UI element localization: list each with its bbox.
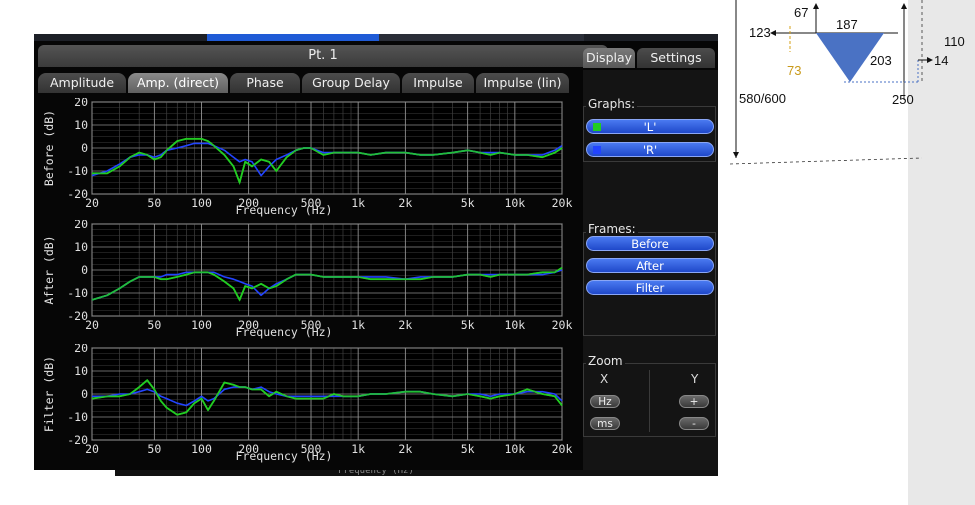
pt-title-bar[interactable]: Pt. 1 <box>38 45 608 67</box>
right-gray-margin <box>908 0 975 505</box>
tab-impulse-lin[interactable]: Impulse (lin) <box>476 73 569 93</box>
zoom-x-hz-button[interactable]: Hz <box>590 395 620 408</box>
y-tick-label: 20 <box>74 220 88 231</box>
top-strip-highlight <box>207 34 379 41</box>
x-tick-label: 100 <box>191 196 212 210</box>
ann-label-67: 67 <box>794 5 809 20</box>
ann-label-250: 250 <box>892 92 914 107</box>
graph-button-r-label: 'R' <box>642 143 658 157</box>
x-tick-label: 1k <box>351 196 365 210</box>
x-tick-label: 50 <box>147 442 161 456</box>
y-tick-label: 0 <box>81 387 88 401</box>
frame-button-before[interactable]: Before <box>586 236 714 251</box>
plot-filter: -20 -10 0 10 20 20 50 100 200 500 1k 2k 5k 10k 20k Freq… <box>34 344 582 464</box>
ann-arrowhead <box>733 152 739 158</box>
x-axis-label: Frequency (Hz) <box>236 449 333 463</box>
x-tick-label: 50 <box>147 196 161 210</box>
zoom-x-ms-button[interactable]: ms <box>590 417 620 430</box>
ann-label-73: 73 <box>787 63 802 78</box>
zoom-y-label: Y <box>691 372 699 386</box>
x-tick-label: 20 <box>85 196 99 210</box>
x-tick-label: 20k <box>552 442 573 456</box>
tab-display[interactable]: Display <box>583 48 635 68</box>
graph-r-swatch <box>593 146 601 154</box>
ann-label-110: 110 <box>944 34 965 49</box>
y-tick-label: -10 <box>67 286 88 300</box>
tab-amp-direct[interactable]: Amp. (direct) <box>128 73 228 93</box>
x-tick-label: 10k <box>504 318 525 332</box>
plot-before: -20 -10 0 10 20 20 50 100 200 500 1k 2k 5k 10k 20k Freq… <box>34 98 582 218</box>
tab-group-delay[interactable]: Group Delay <box>302 73 400 93</box>
x-tick-label: 10k <box>504 442 525 456</box>
x-tick-label: 20 <box>85 442 99 456</box>
ann-label-187: 187 <box>836 17 858 32</box>
x-tick-label: 1k <box>351 318 365 332</box>
top-strip-segment <box>379 34 584 41</box>
ann-arrowhead <box>813 3 819 9</box>
frames-title: Frames: <box>586 222 638 236</box>
frame-button-after[interactable]: After <box>586 258 714 273</box>
x-tick-label: 2k <box>398 442 412 456</box>
y-axis-label: Filter (dB) <box>42 356 56 432</box>
plot-filter-svg: -20-100102020 50 100 200 500 1k 2k 5k 10k 20kFreq… <box>42 344 573 463</box>
x-tick-label: 2k <box>398 196 412 210</box>
x-tick-label: 5k <box>461 318 475 332</box>
graph-button-r[interactable]: 'R' <box>586 142 714 157</box>
zoom-y-plus-button[interactable]: + <box>679 395 709 408</box>
graph-l-swatch <box>593 123 601 131</box>
y-tick-label: 20 <box>74 344 88 355</box>
zoom-y-minus-button[interactable]: - <box>679 417 709 430</box>
eq-app-window: Pt. 1 Amplitude Amp. (direct) Phase Grou… <box>34 34 718 470</box>
zoom-x-label: X <box>600 372 609 386</box>
ann-label-123: 123 <box>749 25 771 40</box>
plot-after: -20 -10 0 10 20 20 50 100 200 500 1k 2k 5k 10k 20k Freq… <box>34 220 582 340</box>
x-tick-label: 20k <box>552 196 573 210</box>
x-tick-label: 1k <box>351 442 365 456</box>
plot-after-svg: -20-100102020 50 100 200 500 1k 2k 5k 10k 20kFreq… <box>42 220 573 339</box>
graph-button-l[interactable]: 'L' <box>586 119 714 134</box>
ann-dashed-bottom <box>729 157 923 165</box>
x-axis-label: Frequency (Hz) <box>236 325 333 339</box>
y-axis-label: Before (dB) <box>42 110 56 186</box>
ann-label-203: 203 <box>870 53 892 68</box>
y-tick-label: -10 <box>67 164 88 178</box>
graphs-title: Graphs: <box>586 97 638 111</box>
view-tabs: Amplitude Amp. (direct) Phase Group Dela… <box>38 73 608 93</box>
plot-before-svg: -20-100102020 50 100 200 500 1k 2k 5k 10k 20kFreq… <box>42 98 573 217</box>
x-tick-label: 5k <box>461 196 475 210</box>
top-strip <box>34 34 718 41</box>
ann-label-580-600: 580/600 <box>739 91 786 106</box>
zoom-divider <box>649 370 650 432</box>
x-tick-label: 10k <box>504 196 525 210</box>
tab-settings[interactable]: Settings <box>637 48 715 68</box>
y-tick-label: 0 <box>81 141 88 155</box>
x-tick-label: 20k <box>552 318 573 332</box>
x-tick-label: 50 <box>147 318 161 332</box>
ann-label-14: 14 <box>934 53 949 68</box>
y-tick-label: -10 <box>67 410 88 424</box>
x-tick-label: 5k <box>461 442 475 456</box>
tab-amplitude[interactable]: Amplitude <box>38 73 126 93</box>
y-axis-label: After (dB) <box>42 235 56 304</box>
x-tick-label: 100 <box>191 442 212 456</box>
y-tick-label: 0 <box>81 263 88 277</box>
graph-button-l-label: 'L' <box>643 120 657 134</box>
display-sidebar: Graphs: 'L' 'R' Frames: Before After Fil… <box>583 70 718 470</box>
tab-phase[interactable]: Phase <box>230 73 300 93</box>
ann-arrowhead <box>901 3 907 9</box>
y-tick-label: 10 <box>74 118 88 132</box>
zoom-title: Zoom <box>586 354 625 368</box>
frame-button-filter[interactable]: Filter <box>586 280 714 295</box>
x-tick-label: 2k <box>398 318 412 332</box>
tab-impulse[interactable]: Impulse <box>402 73 474 93</box>
y-tick-label: 10 <box>74 364 88 378</box>
y-tick-label: 20 <box>74 98 88 109</box>
ann-arrowhead <box>770 30 776 36</box>
x-tick-label: 100 <box>191 318 212 332</box>
x-tick-label: 20 <box>85 318 99 332</box>
y-tick-label: 10 <box>74 240 88 254</box>
x-axis-label: Frequency (Hz) <box>236 203 333 217</box>
